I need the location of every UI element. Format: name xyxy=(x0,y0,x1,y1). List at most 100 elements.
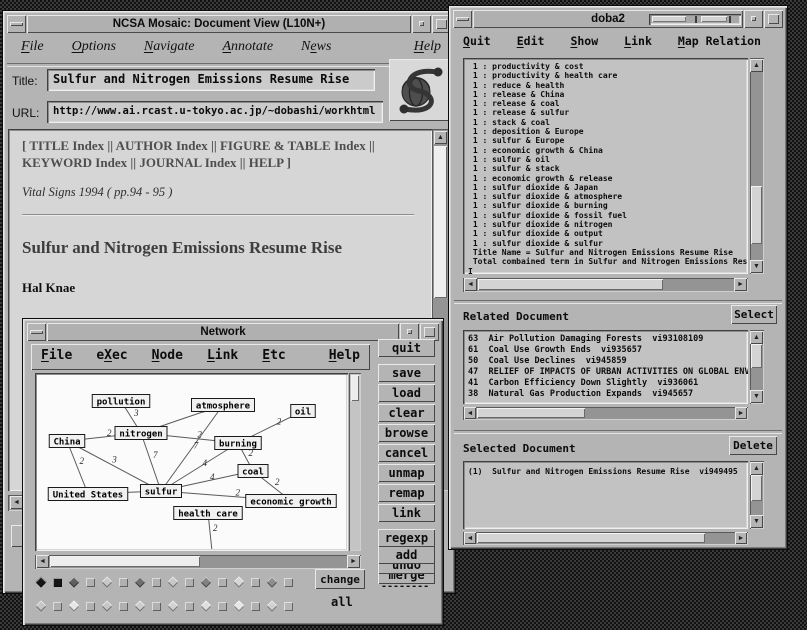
menu-item-map-relation[interactable]: Map Relation xyxy=(678,34,761,52)
menu-item-file[interactable]: File xyxy=(41,348,72,363)
list-line[interactable]: 61 Coal Use Growth Ends vi935657 xyxy=(468,345,748,356)
square-toggle[interactable] xyxy=(251,578,260,587)
maximize-button[interactable] xyxy=(764,10,783,28)
diamond-toggle[interactable] xyxy=(233,600,244,611)
diamond-toggle[interactable] xyxy=(200,600,211,611)
diamond-toggle[interactable] xyxy=(266,600,277,611)
square-toggle[interactable] xyxy=(119,602,128,611)
delete-button[interactable]: Delete xyxy=(729,436,777,455)
square-toggle[interactable] xyxy=(119,578,128,587)
clear-button[interactable]: clear xyxy=(378,404,435,422)
scroll-up-arrow[interactable]: ▲ xyxy=(750,59,763,72)
canvas-vscrollbar[interactable] xyxy=(349,373,361,551)
list-line[interactable]: 63 Air Pollution Damaging Forests vi9310… xyxy=(468,334,748,345)
scroll-down-arrow[interactable]: ▼ xyxy=(750,390,763,403)
list-line[interactable]: 47 RELIEF OF IMPACTS OF URBAN ACTIVITIES… xyxy=(468,367,748,378)
square-toggle[interactable] xyxy=(185,602,194,611)
browse-button[interactable]: browse xyxy=(378,424,435,442)
list-line[interactable]: 38 Natural Gas Production Expands vi9456… xyxy=(468,389,748,400)
menu-item-exec[interactable]: eXec xyxy=(96,348,127,363)
scroll-down-arrow[interactable]: ▼ xyxy=(750,260,763,273)
scrollbar-thumb[interactable] xyxy=(751,475,762,501)
square-toggle[interactable] xyxy=(86,602,95,611)
scrollbar-thumb[interactable] xyxy=(50,556,200,567)
regexp-button[interactable]: regexp xyxy=(378,529,435,547)
diamond-toggle[interactable] xyxy=(266,576,277,587)
scroll-right-arrow[interactable]: ► xyxy=(734,278,747,291)
diamond-toggle[interactable] xyxy=(233,576,244,587)
scrollbar-thumb[interactable] xyxy=(434,146,447,298)
scroll-down-arrow[interactable]: ▼ xyxy=(750,515,763,528)
add-button[interactable]: add xyxy=(378,546,435,564)
scrollbar-thumb[interactable] xyxy=(477,533,705,543)
square-toggle[interactable] xyxy=(86,578,95,587)
square-toggle[interactable] xyxy=(284,578,293,587)
doba2-titlebar[interactable]: doba2 xyxy=(453,10,783,28)
scrollbar-thumb[interactable] xyxy=(751,344,762,368)
square-toggle[interactable] xyxy=(284,602,293,611)
menu-item-etc[interactable]: Etc xyxy=(262,348,285,363)
menu-item-help[interactable]: Help xyxy=(329,348,360,363)
scroll-up-arrow[interactable]: ▲ xyxy=(434,131,447,144)
all-label[interactable]: all xyxy=(331,595,353,609)
minimize-button[interactable] xyxy=(412,15,431,33)
selected-vscrollbar[interactable]: ▲ ▼ xyxy=(750,461,764,529)
menu-item-file[interactable]: File xyxy=(21,39,44,61)
minimize-button[interactable] xyxy=(744,10,763,28)
related-hscrollbar[interactable]: ◄ ► xyxy=(463,407,748,420)
menu-item-help[interactable]: Help xyxy=(329,348,360,363)
remap-button[interactable]: remap xyxy=(378,484,435,502)
diamond-toggle[interactable] xyxy=(167,576,178,587)
cancel-button[interactable]: cancel xyxy=(378,444,435,462)
menu-item-edit[interactable]: Edit xyxy=(517,34,545,52)
scrollbar-thumb[interactable] xyxy=(478,279,663,290)
window-menu-button[interactable] xyxy=(27,323,46,341)
diamond-toggle[interactable] xyxy=(134,600,145,611)
menu-item-link[interactable]: Link xyxy=(624,34,652,52)
menu-item-options[interactable]: Options xyxy=(72,39,116,61)
index-links-line1[interactable]: [ TITLE Index || AUTHOR Index || FIGURE … xyxy=(22,137,416,154)
scroll-right-arrow[interactable]: ► xyxy=(735,532,747,544)
menu-item-annotate[interactable]: Annotate xyxy=(222,39,273,61)
scroll-left-arrow[interactable]: ◄ xyxy=(464,278,477,291)
diamond-toggle[interactable] xyxy=(68,600,79,611)
menu-item-navigate[interactable]: Navigate xyxy=(144,39,195,61)
menu-item-show[interactable]: Show xyxy=(570,34,598,52)
scroll-up-arrow[interactable]: ▲ xyxy=(750,462,763,475)
square-toggle[interactable] xyxy=(152,602,161,611)
related-vscrollbar[interactable]: ▲ ▼ xyxy=(750,330,764,404)
square-toggle[interactable] xyxy=(53,602,62,611)
selected-hscrollbar[interactable]: ◄ ► xyxy=(463,532,748,545)
url-input[interactable]: http://www.ai.rcast.u-tokyo.ac.jp/~dobas… xyxy=(47,101,383,123)
square-toggle[interactable] xyxy=(53,578,62,587)
scrollbar-thumb[interactable] xyxy=(477,408,585,418)
window-menu-button[interactable] xyxy=(453,10,472,28)
scroll-left-arrow[interactable]: ◄ xyxy=(464,532,476,544)
selected-list[interactable]: (1) Sulfur and Nitrogen Emissions Resume… xyxy=(463,461,748,529)
terms-textarea[interactable]: 1 : productivity & cost 1 : productivity… xyxy=(463,58,748,274)
select-button[interactable]: Select xyxy=(731,305,777,324)
scroll-left-arrow[interactable]: ◄ xyxy=(36,555,49,568)
menu-item-node[interactable]: Node xyxy=(152,348,183,363)
diamond-toggle[interactable] xyxy=(167,600,178,611)
quit-button[interactable]: quit xyxy=(378,339,435,357)
menu-item-help[interactable]: Help xyxy=(414,39,441,54)
scroll-right-arrow[interactable]: ► xyxy=(347,555,360,568)
square-toggle[interactable] xyxy=(218,602,227,611)
diamond-toggle[interactable] xyxy=(101,600,112,611)
square-toggle[interactable] xyxy=(185,578,194,587)
graph-canvas[interactable]: 332227723424222pollutionatmosphereoilnit… xyxy=(35,373,348,551)
window-menu-button[interactable] xyxy=(7,15,26,33)
list-line[interactable]: 50 Coal Use Declines vi945859 xyxy=(468,356,748,367)
diamond-toggle[interactable] xyxy=(200,576,211,587)
scroll-right-arrow[interactable]: ► xyxy=(735,407,747,419)
menu-item-help[interactable]: Help xyxy=(414,39,441,55)
list-line[interactable]: 41 Carbon Efficiency Down Slightly vi936… xyxy=(468,378,748,389)
menu-item-news[interactable]: News xyxy=(301,39,331,61)
scroll-up-arrow[interactable]: ▲ xyxy=(750,331,763,344)
terms-vscrollbar[interactable]: ▲ ▼ xyxy=(750,58,764,274)
scrollbar-thumb[interactable] xyxy=(751,186,762,244)
diamond-toggle[interactable] xyxy=(35,576,46,587)
scrollbar-thumb[interactable] xyxy=(351,375,359,401)
diamond-toggle[interactable] xyxy=(134,576,145,587)
